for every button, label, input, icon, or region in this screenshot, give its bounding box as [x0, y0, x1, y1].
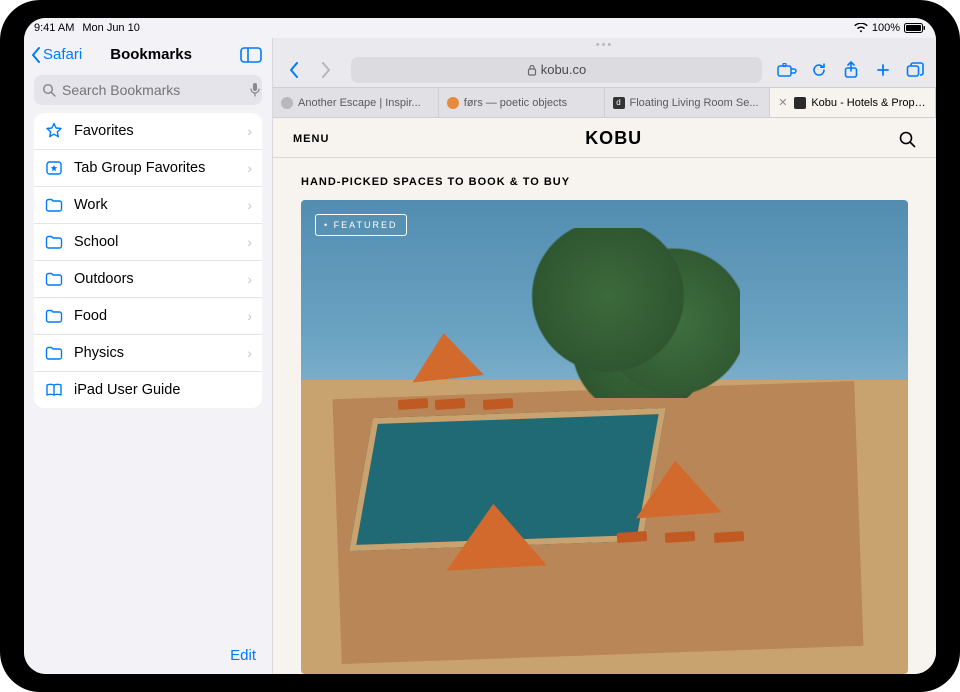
new-tab-button[interactable]	[870, 57, 896, 83]
url-host: kobu.co	[541, 62, 587, 77]
tab-fors[interactable]: førs — poetic objects	[439, 88, 605, 117]
sidebar-toggle-button[interactable]	[238, 44, 264, 66]
bookmarks-sidebar: Safari Bookmarks Favorites ›	[24, 38, 272, 674]
search-icon	[42, 83, 56, 97]
site-logo[interactable]: KOBU	[585, 128, 642, 149]
bookmark-label: Tab Group Favorites	[74, 160, 237, 176]
bookmark-label: School	[74, 234, 237, 250]
tab-label: førs — poetic objects	[464, 97, 567, 109]
multitask-grabber[interactable]: •••	[273, 38, 936, 52]
tab-label: Kobu - Hotels & Propert...	[811, 97, 927, 109]
favicon-icon	[794, 97, 806, 109]
featured-badge: • FEATURED	[315, 214, 407, 236]
bookmark-folder-favorites[interactable]: Favorites ›	[34, 113, 262, 150]
book-icon	[44, 380, 64, 400]
tab-label: Floating Living Room Se...	[630, 97, 759, 109]
bookmark-label: iPad User Guide	[74, 382, 252, 398]
folder-icon	[44, 195, 64, 215]
browser-toolbar: kobu.co	[273, 52, 936, 88]
bookmark-folder-food[interactable]: Food ›	[34, 298, 262, 335]
wifi-icon	[854, 23, 868, 33]
tab-strip: Another Escape | Inspir... førs — poetic…	[273, 88, 936, 118]
nav-forward-button[interactable]	[313, 57, 339, 83]
chevron-right-icon: ›	[247, 123, 252, 139]
tab-label: Another Escape | Inspir...	[298, 97, 421, 109]
site-search-button[interactable]	[898, 130, 916, 148]
folder-icon	[44, 269, 64, 289]
folder-icon	[44, 343, 64, 363]
bookmark-folder-outdoors[interactable]: Outdoors ›	[34, 261, 262, 298]
lock-icon	[527, 64, 537, 76]
chevron-right-icon: ›	[247, 197, 252, 213]
status-time: 9:41 AM	[34, 22, 74, 34]
bookmarks-list: Favorites › Tab Group Favorites › Work ›…	[34, 113, 262, 408]
chevron-right-icon: ›	[247, 271, 252, 287]
chevron-right-icon: ›	[247, 345, 252, 361]
bookmark-label: Food	[74, 308, 237, 324]
folder-icon	[44, 232, 64, 252]
bookmark-label: Work	[74, 197, 237, 213]
search-bookmarks-field[interactable]	[34, 75, 262, 105]
close-tab-icon[interactable]: ✕	[778, 96, 789, 109]
reload-button[interactable]	[806, 57, 832, 83]
tree-illustration	[520, 228, 740, 398]
tab-kobu[interactable]: ✕ Kobu - Hotels & Propert...	[770, 88, 936, 117]
umbrella-illustration	[408, 329, 484, 382]
chevron-right-icon: ›	[247, 308, 252, 324]
tabgroup-star-icon	[44, 158, 64, 178]
address-bar[interactable]: kobu.co	[351, 57, 762, 83]
search-input[interactable]	[62, 82, 243, 98]
folder-icon	[44, 306, 64, 326]
chevron-right-icon: ›	[247, 234, 252, 250]
status-bar: 9:41 AM Mon Jun 10 100%	[24, 18, 936, 38]
sidebar-title: Bookmarks	[64, 46, 238, 63]
bookmark-folder-tabgroup-favorites[interactable]: Tab Group Favorites ›	[34, 150, 262, 187]
lounger-illustration	[713, 531, 744, 543]
bookmark-folder-physics[interactable]: Physics ›	[34, 335, 262, 372]
bookmark-label: Outdoors	[74, 271, 237, 287]
extensions-button[interactable]	[774, 57, 800, 83]
status-date: Mon Jun 10	[82, 22, 139, 34]
favicon-icon	[447, 97, 459, 109]
tab-another-escape[interactable]: Another Escape | Inspir...	[273, 88, 439, 117]
share-button[interactable]	[838, 57, 864, 83]
tab-floating-living-room[interactable]: d Floating Living Room Se...	[605, 88, 771, 117]
bookmark-folder-work[interactable]: Work ›	[34, 187, 262, 224]
page-tagline: HAND-PICKED SPACES TO BOOK & TO BUY	[273, 158, 936, 200]
nav-back-button[interactable]	[281, 57, 307, 83]
bookmark-item-ipad-guide[interactable]: iPad User Guide	[34, 372, 262, 408]
browser-content: ••• kobu.co Another Escape | Inspir...	[272, 38, 936, 674]
favicon-icon	[281, 97, 293, 109]
chevron-right-icon: ›	[247, 160, 252, 176]
hero-image[interactable]: • FEATURED	[301, 200, 908, 674]
battery-icon	[904, 23, 926, 33]
bookmark-label: Favorites	[74, 123, 237, 139]
lounger-illustration	[616, 531, 647, 543]
bookmark-label: Physics	[74, 345, 237, 361]
tabs-overview-button[interactable]	[902, 57, 928, 83]
bookmark-folder-school[interactable]: School ›	[34, 224, 262, 261]
webpage-content: MENU KOBU HAND-PICKED SPACES TO BOOK & T…	[273, 118, 936, 674]
battery-text: 100%	[872, 22, 900, 34]
edit-button[interactable]: Edit	[230, 647, 256, 664]
lounger-illustration	[665, 531, 696, 543]
favicon-icon: d	[613, 97, 625, 109]
dictate-icon[interactable]	[249, 82, 261, 98]
star-icon	[44, 121, 64, 141]
site-menu-button[interactable]: MENU	[293, 133, 329, 145]
